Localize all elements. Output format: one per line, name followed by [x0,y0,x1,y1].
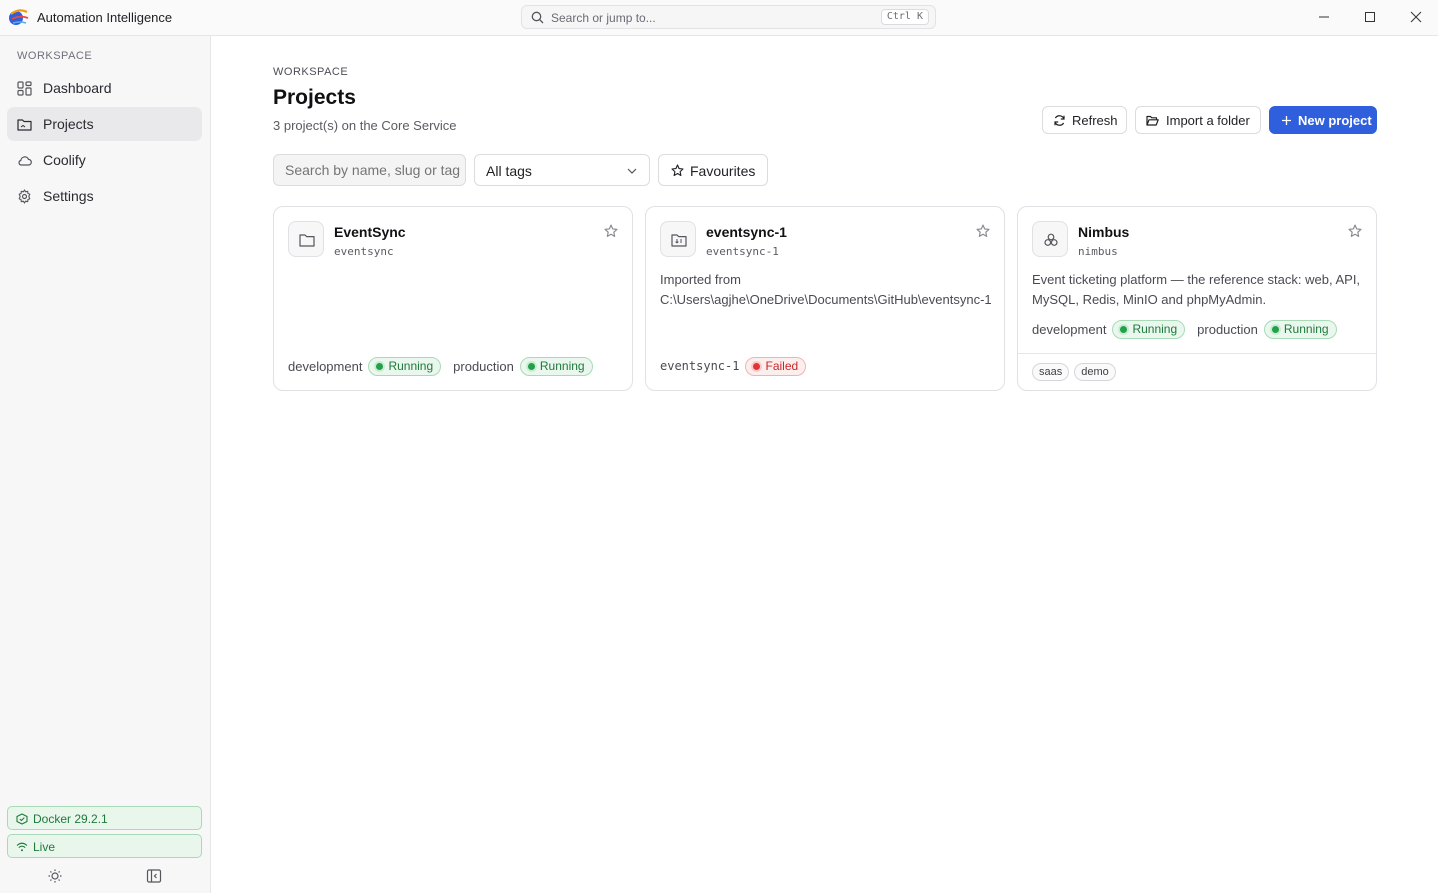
live-status-badge[interactable]: Live [7,834,202,858]
app-title: Automation Intelligence [37,10,173,25]
refresh-button[interactable]: Refresh [1042,106,1127,134]
environment-row: development Running production Running [1032,319,1343,339]
title-bar: Automation Intelligence Search or jump t… [0,0,1438,36]
status-badge: Running [1112,319,1186,339]
maximize-button[interactable] [1347,0,1393,34]
cloud-icon [18,156,32,166]
project-icon-box [1032,221,1068,257]
sidebar: WORKSPACE Dashboard Projects Coolify Set… [0,36,211,893]
search-icon [531,11,544,24]
theme-toggle-icon[interactable] [47,868,63,884]
docker-check-icon [16,813,28,825]
sidebar-item-coolify[interactable]: Coolify [7,143,202,177]
sidebar-section-label: WORKSPACE [17,50,93,62]
favourite-star-icon[interactable] [1348,224,1362,238]
stack-icon [1044,233,1058,246]
tag[interactable]: demo [1074,363,1116,381]
status-badge: Running [519,356,593,376]
status-badge: Running [368,356,442,376]
environment-name: eventsync-1 [660,359,740,373]
sidebar-item-label: Dashboard [43,80,112,96]
page-title: Projects [273,86,356,109]
project-description: Imported from C:\Users\agjhe\OneDrive\Do… [660,272,992,307]
maximize-icon [1365,12,1375,22]
project-card-eventsync[interactable]: EventSync eventsync development Running … [273,206,633,391]
import-folder-button[interactable]: Import a folder [1135,106,1261,134]
page-eyebrow: WORKSPACE [273,66,349,78]
favourites-filter-button[interactable]: Favourites [658,154,768,186]
wifi-icon [16,842,28,852]
refresh-icon [1054,115,1065,126]
sidebar-item-label: Coolify [43,152,86,168]
plus-icon [1282,116,1291,125]
sidebar-item-projects[interactable]: Projects [7,107,202,141]
sidebar-item-label: Projects [43,116,94,132]
chevron-down-icon [627,168,637,174]
sidebar-item-label: Settings [43,188,94,204]
new-project-label: New project [1298,113,1372,128]
project-name: Nimbus [1078,224,1130,240]
project-slug: nimbus [1078,245,1118,258]
main-content: WORKSPACE Projects 3 project(s) on the C… [211,36,1438,893]
project-card-nimbus[interactable]: Nimbus nimbus Event ticketing platform —… [1017,206,1377,391]
new-project-button[interactable]: New project [1269,106,1377,134]
minimize-icon [1319,16,1329,18]
folder-open-icon [1146,115,1159,126]
app-logo-icon [9,9,29,25]
sidebar-item-settings[interactable]: Settings [7,179,202,213]
refresh-label: Refresh [1072,113,1118,128]
environment-name: development [1032,321,1107,337]
project-search-input[interactable] [273,154,466,186]
tags-select[interactable]: All tags [474,154,650,186]
project-slug: eventsync [334,245,394,258]
environment-row: development Running production Running [288,356,599,376]
collapse-sidebar-icon[interactable] [146,868,162,884]
global-search-placeholder: Search or jump to... [551,11,656,25]
close-icon [1410,11,1422,23]
environment-name: production [453,358,514,374]
favourite-star-icon[interactable] [976,224,990,238]
favourite-star-icon[interactable] [604,224,618,238]
tag[interactable]: saas [1032,363,1070,381]
environment-row: eventsync-1 Failed [660,356,812,376]
folder-import-icon [671,234,687,247]
shortcut-hint: Ctrl K [880,9,929,25]
sidebar-item-dashboard[interactable]: Dashboard [7,71,202,105]
project-icon-box [288,221,324,257]
page-subtitle: 3 project(s) on the Core Service [273,118,457,133]
environment-name: production [1197,321,1258,337]
global-search[interactable]: Search or jump to... Ctrl K [521,5,936,29]
project-card-eventsync-1[interactable]: eventsync-1 eventsync-1 Imported from C:… [645,206,1005,391]
project-slug: eventsync-1 [706,245,779,258]
status-badge: Running [1263,319,1337,339]
project-description: Event ticketing platform — the reference… [1032,272,1361,307]
folder-icon [17,119,32,131]
environment-name: development [288,358,363,374]
docker-status-badge[interactable]: Docker 29.2.1 [7,806,202,830]
import-folder-label: Import a folder [1166,113,1250,128]
live-status-label: Live [33,840,56,854]
project-name: eventsync-1 [706,224,787,240]
card-divider [1018,353,1376,354]
close-button[interactable] [1393,0,1438,34]
star-icon [671,164,684,177]
minimize-button[interactable] [1301,0,1347,34]
status-badge: Failed [745,356,807,376]
favourites-label: Favourites [690,163,756,179]
project-name: EventSync [334,224,406,240]
folder-icon [299,234,315,247]
gear-icon [18,189,31,204]
tags-select-value: All tags [486,163,532,179]
project-icon-box [660,221,696,257]
docker-status-label: Docker 29.2.1 [33,812,108,826]
tag-list: saas demo [1032,363,1116,381]
dashboard-icon [17,81,32,96]
